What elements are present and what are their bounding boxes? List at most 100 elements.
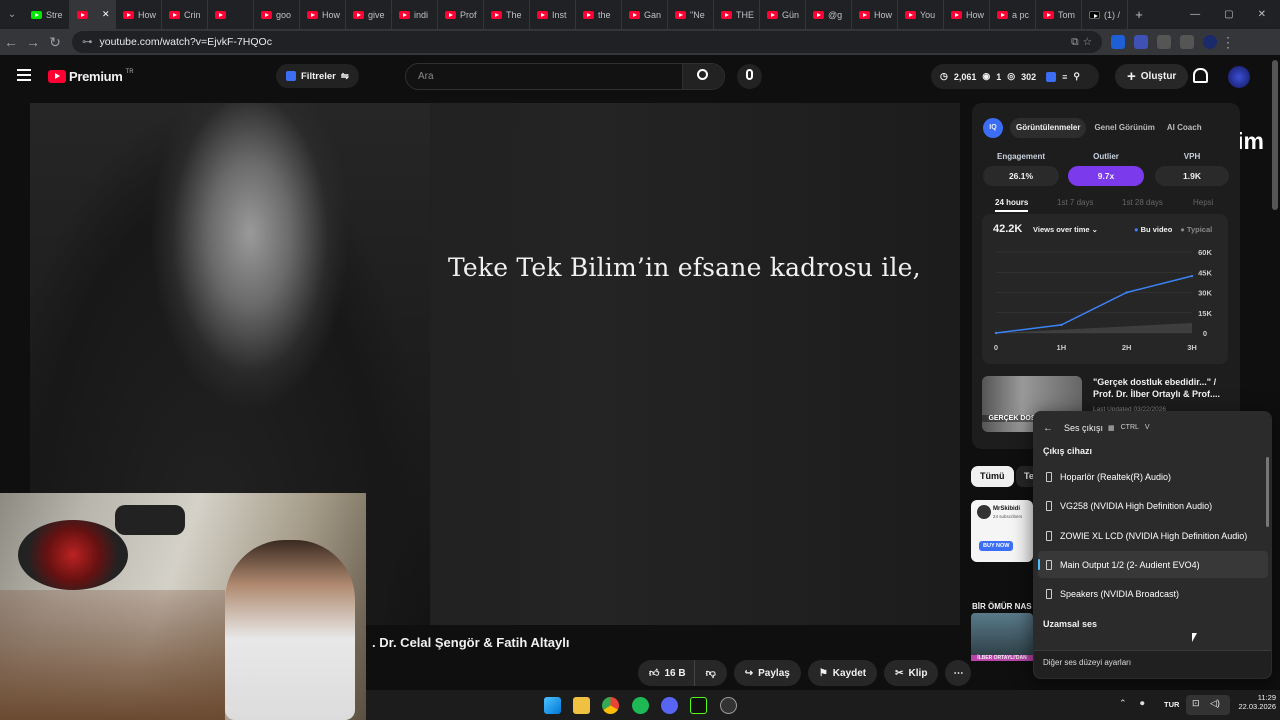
browser-tab[interactable]: goo [254, 0, 300, 29]
browser-tab[interactable]: indi [392, 0, 438, 29]
stats-extension-pill[interactable]: ◷ 2,061 ◉ 1 ◎ 302 ≡ ⚲ [931, 64, 1099, 89]
network-volume-tray[interactable]: ⊡ ◁) [1186, 695, 1230, 715]
voice-search-button[interactable] [737, 64, 762, 89]
chip-all[interactable]: Tümü [971, 466, 1014, 487]
share-button[interactable]: ↪ Paylaş [733, 660, 801, 686]
clip-button[interactable]: ✂ Klip [884, 660, 939, 686]
create-button[interactable]: + Oluştur [1115, 64, 1189, 89]
browser-tab[interactable]: Stre [24, 0, 70, 29]
notifications-bell-icon[interactable] [1193, 68, 1208, 83]
puzzle-icon[interactable] [1157, 35, 1171, 49]
browser-tab[interactable]: How [300, 0, 346, 29]
dislike-button[interactable]: 👎︎ [693, 660, 727, 686]
chrome-icon[interactable] [602, 697, 619, 714]
bookmark-star-icon[interactable]: ☆ [1083, 36, 1092, 48]
browser-tab[interactable]: How [944, 0, 990, 29]
browser-tab[interactable]: @g [806, 0, 852, 29]
trophy-icon[interactable]: ⚲ [1073, 71, 1080, 82]
browser-tab[interactable]: "Ne [668, 0, 714, 29]
address-bar[interactable]: ⊶ youtube.com/watch?v=EjvkF-7HQOc ⧉ ☆ [72, 31, 1102, 53]
like-button[interactable]: 👍︎ 16 B [638, 660, 694, 686]
discord-icon[interactable] [661, 697, 678, 714]
browser-tab[interactable]: Crin [162, 0, 208, 29]
spotify-icon[interactable] [632, 697, 649, 714]
more-actions-button[interactable]: ⋯ [945, 660, 972, 686]
flyout-scrollbar[interactable] [1266, 457, 1269, 527]
list-icon[interactable]: ≡ [1062, 72, 1067, 82]
reload-icon[interactable]: ↻ [44, 34, 66, 51]
browser-tab[interactable]: Inst [530, 0, 576, 29]
filters-button[interactable]: Filtreler ⇋ [276, 64, 359, 88]
close-window-icon[interactable]: ✕ [1258, 9, 1266, 20]
language-indicator[interactable]: TUR [1164, 700, 1179, 709]
device-vg258[interactable]: VG258 (NVIDIA High Definition Audio) [1038, 492, 1268, 519]
extension-icon[interactable] [1111, 35, 1125, 49]
plus-icon[interactable]: + [1128, 7, 1150, 22]
minimize-icon[interactable]: — [1190, 9, 1200, 20]
device-zowie[interactable]: ZOWIE XL LCD (NVIDIA High Definition Aud… [1038, 522, 1268, 549]
browser-tab[interactable]: Gün [760, 0, 806, 29]
search-input[interactable]: Ara [405, 63, 725, 90]
page-scrollbar[interactable] [1272, 60, 1278, 210]
range-24h[interactable]: 24 hours [995, 198, 1029, 212]
iq-icon [286, 71, 296, 81]
search-button[interactable] [682, 64, 724, 89]
tab-views[interactable]: Görüntülenmeler [1010, 118, 1087, 138]
tab-search-icon[interactable]: ⌄ [0, 9, 24, 20]
clock[interactable]: 11:29 22.03.2026 [1236, 693, 1276, 711]
extension-icon[interactable] [1134, 35, 1148, 49]
browser-tab[interactable]: How [116, 0, 162, 29]
side-video-thumbnail[interactable]: İLBER ORTAYLI'DAN [971, 613, 1033, 661]
browser-tab[interactable]: Tom [1036, 0, 1082, 29]
range-7d[interactable]: 1st 7 days [1057, 198, 1093, 207]
device-realtek[interactable]: Hoparlör (Realtek(R) Audio) [1038, 463, 1268, 490]
clock-date: 22.03.2026 [1238, 702, 1276, 711]
save-button[interactable]: ⚑ Kaydet [807, 660, 878, 686]
mic-tray-icon[interactable]: ⏺ [1140, 698, 1145, 709]
forward-icon[interactable]: → [22, 34, 44, 50]
cast-icon[interactable]: ⧉ [1071, 36, 1079, 49]
browser-tab[interactable]: ✕ [70, 0, 116, 29]
browser-tab[interactable]: the [576, 0, 622, 29]
browser-tab[interactable]: give [346, 0, 392, 29]
more-volume-settings-link[interactable]: Diğer ses düzeyi ayarları [1043, 658, 1131, 667]
menu-dots-icon[interactable]: ⋮ [1217, 34, 1239, 51]
hamburger-menu-icon[interactable] [17, 69, 31, 81]
browser-tab[interactable]: a pc [990, 0, 1036, 29]
browser-tab[interactable]: Prof [438, 0, 484, 29]
youtube-logo[interactable]: Premium TR [48, 69, 134, 84]
obs-icon[interactable] [720, 697, 737, 714]
chevron-up-icon[interactable]: ⌃ [1119, 698, 1127, 709]
profile-avatar[interactable] [1203, 35, 1217, 49]
back-icon[interactable]: ← [0, 34, 22, 50]
browser-tab[interactable]: The [484, 0, 530, 29]
account-avatar[interactable] [1228, 66, 1250, 88]
browser-tab[interactable]: You [898, 0, 944, 29]
file-explorer-icon[interactable] [573, 697, 590, 714]
browser-tab[interactable]: THE [714, 0, 760, 29]
back-arrow-icon[interactable]: ← [1043, 423, 1053, 434]
browser-tab[interactable] [208, 0, 254, 29]
chart-mode-dropdown[interactable]: Views over time ⌄ [1033, 225, 1098, 234]
site-info-icon[interactable]: ⊶ [82, 36, 93, 48]
tab-ai-coach[interactable]: AI Coach [1163, 118, 1206, 138]
plus-icon: + [1127, 68, 1136, 85]
spatial-sound-heading: Uzamsal ses [1043, 619, 1098, 629]
range-28d[interactable]: 1st 28 days [1122, 198, 1163, 207]
tab-overview[interactable]: Genel Görünüm [1090, 118, 1158, 138]
browser-tab[interactable]: (1) / [1082, 0, 1128, 29]
browser-tab[interactable]: How [852, 0, 898, 29]
device-nvidia-broadcast[interactable]: Speakers (NVIDIA Broadcast) [1038, 580, 1268, 607]
playlist-icon[interactable] [1180, 35, 1194, 49]
browser-tab[interactable]: Gan [622, 0, 668, 29]
start-icon[interactable] [544, 697, 561, 714]
close-tab-icon[interactable]: ✕ [102, 9, 110, 20]
device-audient[interactable]: Main Output 1/2 (2- Audient EVO4) [1038, 551, 1268, 578]
kick-icon[interactable] [690, 697, 707, 714]
related-title[interactable]: "Gerçek dostluk ebedidir..." / Prof. Dr.… [1093, 376, 1228, 400]
range-all[interactable]: Hepsi [1193, 198, 1213, 207]
chart-total: 42.2K [993, 223, 1023, 235]
ad-buy-button[interactable]: BUY NOW [979, 541, 1014, 551]
ad-thumbnail[interactable]: MrSkibidi 24 subscribers BUY NOW [971, 500, 1033, 562]
maximize-icon[interactable]: ▢ [1224, 9, 1233, 20]
